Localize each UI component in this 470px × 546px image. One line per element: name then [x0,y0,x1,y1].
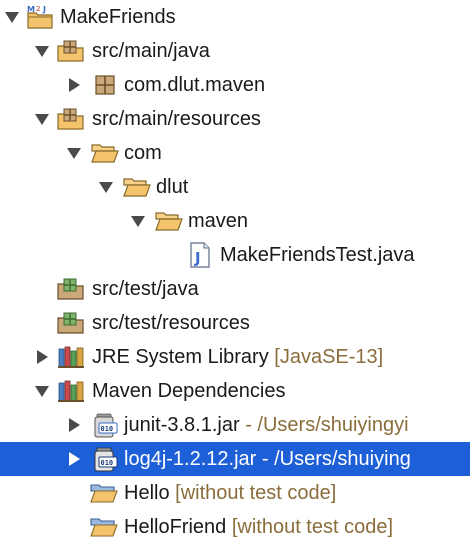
jar-name: log4j-1.2.12.jar [124,448,257,470]
tree-label: MakeFriends [60,6,176,28]
project-name: HelloFriend [124,516,227,538]
expand-toggle-down-icon[interactable] [3,0,21,34]
svg-text:M: M [27,5,35,14]
tree-label: com [124,142,162,164]
tree-label: com.dlut.maven [124,74,266,96]
expand-toggle-down-icon[interactable] [33,374,51,408]
tree-label: HelloFriend [without test code] [124,510,393,544]
tree-row-package-com-dlut-maven[interactable]: com.dlut.maven [0,68,470,102]
tree-label: Hello [without test code] [124,476,336,510]
project-decoration: [without test code] [175,482,337,504]
project-folder-icon [89,510,119,544]
tree-row-src-test-resources[interactable]: src/test/resources [0,306,470,340]
jar-icon: 010 [91,408,119,442]
source-folder-icon [56,306,86,340]
tree-label: MakeFriendsTest.java [220,244,415,266]
tree-label: src/test/java [92,278,199,300]
expand-toggle-right-icon[interactable] [65,68,83,102]
expand-toggle-right-icon[interactable] [65,442,83,476]
jar-name: junit-3.8.1.jar [124,414,240,436]
svg-text:2: 2 [36,5,40,13]
project-decoration: [without test code] [231,516,394,538]
svg-text:010: 010 [101,425,114,433]
source-folder-icon [56,34,86,68]
expand-toggle-down-icon[interactable] [129,204,147,238]
tree-row-folder-com[interactable]: com [0,136,470,170]
maven-project-icon: M 2 J [26,0,54,34]
open-folder-icon [122,170,152,204]
tree-row-junit-jar[interactable]: 010 junit-3.8.1.jar - /Users/shuiyingyi [0,408,470,442]
tree-label: src/main/resources [92,108,261,130]
jar-icon: 010 [91,442,119,476]
project-folder-icon [89,476,119,510]
tree-label: maven [188,210,249,232]
jar-path-decoration: - /Users/shuiying [261,448,411,470]
java-file-icon: J [189,238,211,272]
tree-row-src-main-resources[interactable]: src/main/resources [0,102,470,136]
tree-row-log4j-jar[interactable]: 010 log4j-1.2.12.jar - /Users/shuiying [0,442,470,476]
tree-row-file-makefriendstest[interactable]: J MakeFriendsTest.java [0,238,470,272]
tree-label: junit-3.8.1.jar - /Users/shuiyingyi [124,408,409,442]
tree-row-hello-project[interactable]: Hello [without test code] [0,476,470,510]
tree-row-src-main-java[interactable]: src/main/java [0,34,470,68]
jar-path-decoration: - /Users/shuiyingyi [245,414,409,436]
library-version-decoration: [JavaSE-13] [274,346,384,368]
tree-row-makefriends[interactable]: M 2 J MakeFriends [0,0,470,34]
expand-toggle-down-icon[interactable] [33,34,51,68]
tree-row-hellofriend-project[interactable]: HelloFriend [without test code] [0,510,470,544]
open-folder-icon [90,136,120,170]
tree-label: JRE System Library [JavaSE-13] [92,340,383,374]
library-name: JRE System Library [92,346,269,368]
tree-row-src-test-java[interactable]: src/test/java [0,272,470,306]
expand-toggle-down-icon[interactable] [33,102,51,136]
library-icon [57,374,85,408]
expand-toggle-down-icon[interactable] [97,170,115,204]
tree-label: Maven Dependencies [92,380,286,402]
svg-text:010: 010 [101,459,114,467]
open-folder-icon [154,204,184,238]
source-folder-icon [56,272,86,306]
tree-row-folder-dlut[interactable]: dlut [0,170,470,204]
tree-row-jre-system-library[interactable]: JRE System Library [JavaSE-13] [0,340,470,374]
expand-toggle-right-icon[interactable] [65,408,83,442]
tree-row-maven-dependencies[interactable]: Maven Dependencies [0,374,470,408]
project-name: Hello [124,482,170,504]
package-icon [93,68,117,102]
tree-label: src/test/resources [92,312,250,334]
library-icon [57,340,85,374]
expand-toggle-right-icon[interactable] [33,340,51,374]
tree-label: src/main/java [92,40,210,62]
tree-label: log4j-1.2.12.jar - /Users/shuiying [124,442,411,476]
svg-text:J: J [42,5,46,14]
expand-toggle-down-icon[interactable] [65,136,83,170]
svg-text:J: J [194,249,201,267]
tree-label: dlut [156,176,189,198]
source-folder-icon [56,102,86,136]
tree-row-folder-maven[interactable]: maven [0,204,470,238]
project-explorer-tree: M 2 J MakeFriends src/main/java com.dlut… [0,0,470,546]
